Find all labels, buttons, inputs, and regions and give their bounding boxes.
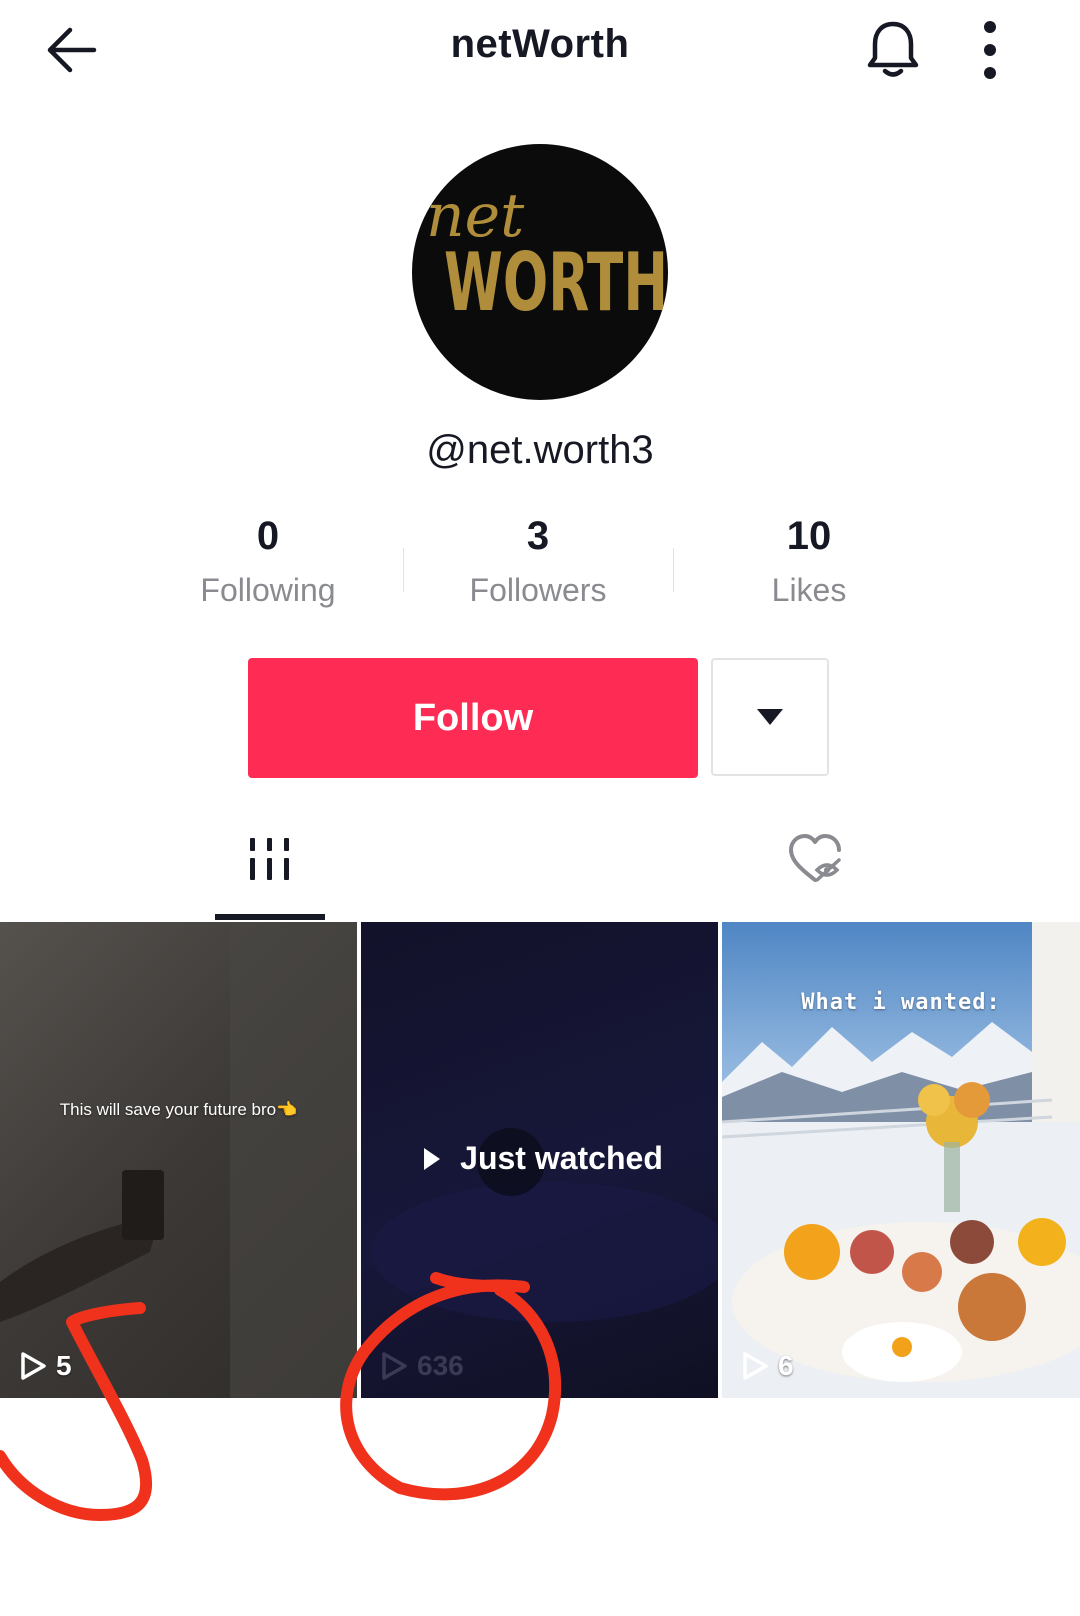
just-watched-text: Just watched: [460, 1140, 663, 1176]
video-caption-1: This will save your future bro👈: [59, 1100, 298, 1119]
followers-count: 3: [526, 514, 550, 558]
just-watched-label: Just watched: [361, 1140, 718, 1177]
play-icon: [382, 1352, 407, 1380]
avatar-text-bottom: WORTH: [444, 236, 668, 329]
tab-liked-videos[interactable]: [760, 830, 870, 926]
top-bar: netWorth: [0, 0, 1080, 96]
more-options-button[interactable]: [970, 16, 1010, 84]
avatar[interactable]: net WORTH: [412, 144, 668, 400]
bell-icon: [867, 21, 919, 77]
view-count-2-value: 636: [417, 1350, 464, 1381]
following-count: 0: [256, 514, 280, 558]
video-caption-3: What i wanted:: [801, 990, 1001, 1015]
follow-button[interactable]: Follow: [248, 658, 698, 778]
following-label: Following: [200, 572, 336, 608]
view-count-1: 5: [18, 1350, 72, 1382]
networth-logo: net WORTH: [426, 181, 668, 329]
view-count-3-value: 6: [778, 1350, 794, 1381]
stat-likes: 10 Likes: [699, 512, 919, 609]
view-count-1-value: 5: [56, 1350, 72, 1381]
tab-videos[interactable]: [215, 830, 325, 926]
play-solid-icon: [424, 1147, 441, 1170]
liked-hidden-icon: [789, 834, 841, 882]
view-count-3: 6: [740, 1350, 794, 1382]
video-thumbnail-3[interactable]: What i wanted: 6: [722, 922, 1080, 1398]
likes-count: 10: [786, 514, 832, 558]
more-vertical-icon: [984, 21, 996, 79]
video-thumbnail-1[interactable]: This will save your future bro👈 5: [0, 922, 357, 1398]
thumbnail-1-scene: [0, 922, 357, 1398]
stat-divider: [403, 548, 404, 592]
active-tab-indicator: [215, 914, 325, 920]
video-grid-icon: [250, 838, 289, 880]
followers-label: Followers: [469, 572, 607, 608]
play-icon: [21, 1352, 46, 1380]
notification-bell-button[interactable]: [862, 16, 924, 82]
play-icon: [743, 1352, 768, 1380]
stat-following[interactable]: 0 Following: [158, 512, 378, 609]
likes-label: Likes: [771, 572, 847, 608]
stat-followers[interactable]: 3 Followers: [428, 512, 648, 609]
video-thumbnail-2[interactable]: Just watched 636: [361, 922, 718, 1398]
view-count-2: 636: [379, 1350, 464, 1382]
suggested-accounts-dropdown-button[interactable]: [711, 658, 829, 776]
caret-down-icon: [757, 709, 783, 725]
profile-handle: @net.worth3: [426, 428, 654, 472]
stat-divider: [673, 548, 674, 592]
